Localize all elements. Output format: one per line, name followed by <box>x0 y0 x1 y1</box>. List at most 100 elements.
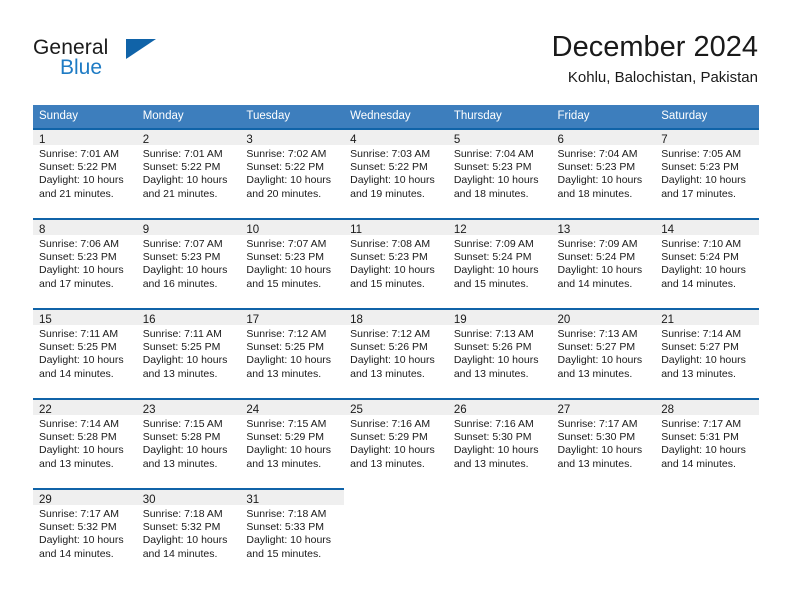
day-details: Sunrise: 7:16 AM Sunset: 5:29 PM Daylight:… <box>344 415 448 471</box>
calendar-empty-cell <box>552 488 656 572</box>
day-number-banner: 6 <box>551 128 656 146</box>
day-details: Sunrise: 7:14 AM Sunset: 5:28 PM Daylight:… <box>33 415 137 471</box>
calendar-day-cell[interactable]: 29 Sunrise: 7:17 AM Sunset: 5:32 PM Dayligh… <box>33 488 137 572</box>
calendar-day-cell[interactable]: 31 Sunrise: 7:18 AM Sunset: 5:33 PM Dayligh… <box>240 488 345 572</box>
day-cell-inner: 11 Sunrise: 7:08 AM Sunset: 5:23 PM Dayligh… <box>344 218 448 302</box>
daylight-text-line2: and 20 minutes. <box>246 187 322 200</box>
calendar-day-cell[interactable]: 16 Sunrise: 7:11 AM Sunset: 5:25 PM Dayligh… <box>136 308 241 392</box>
calendar-day-cell[interactable]: 19 Sunrise: 7:13 AM Sunset: 5:26 PM Dayligh… <box>447 308 552 392</box>
calendar-day-cell[interactable]: 22 Sunrise: 7:14 AM Sunset: 5:28 PM Dayligh… <box>33 398 137 482</box>
day-cell-inner: 27 Sunrise: 7:17 AM Sunset: 5:30 PM Dayligh… <box>551 398 656 482</box>
sunset-text: Sunset: 5:30 PM <box>557 431 636 444</box>
sunset-text: Sunset: 5:25 PM <box>142 341 221 354</box>
daylight-text-line1: Daylight: 10 hours <box>557 444 643 457</box>
sunset-text: Sunset: 5:25 PM <box>39 341 117 354</box>
daylight-text-line1: Daylight: 10 hours <box>142 444 228 457</box>
sunrise-text: Sunrise: 7:02 AM <box>246 148 327 160</box>
calendar-day-cell[interactable]: 20 Sunrise: 7:13 AM Sunset: 5:27 PM Dayligh… <box>551 308 656 392</box>
daylight-text-line2: and 13 minutes. <box>246 457 322 470</box>
daylight-text-line2: and 15 minutes. <box>453 277 529 290</box>
calendar-day-cell[interactable]: 13 Sunrise: 7:09 AM Sunset: 5:24 PM Dayligh… <box>551 218 656 302</box>
daylight-text-line2: and 13 minutes. <box>557 457 633 470</box>
day-details: Sunrise: 7:17 AM Sunset: 5:31 PM Daylight:… <box>655 415 759 471</box>
day-details: Sunrise: 7:15 AM Sunset: 5:29 PM Daylight:… <box>240 415 344 471</box>
sunset-text: Sunset: 5:28 PM <box>142 431 221 444</box>
sunset-text: Sunset: 5:31 PM <box>661 431 739 444</box>
day-cell-inner: 29 Sunrise: 7:17 AM Sunset: 5:32 PM Dayligh… <box>33 488 137 572</box>
calendar-day-cell[interactable]: 11 Sunrise: 7:08 AM Sunset: 5:23 PM Dayligh… <box>344 218 448 302</box>
calendar-day-cell[interactable]: 21 Sunrise: 7:14 AM Sunset: 5:27 PM Dayligh… <box>655 308 759 392</box>
sunrise-text: Sunrise: 7:04 AM <box>453 148 534 160</box>
day-number-banner: 16 <box>136 308 241 326</box>
sunrise-text: Sunrise: 7:17 AM <box>557 418 638 430</box>
sunrise-text: Sunrise: 7:14 AM <box>39 418 119 430</box>
calendar-day-cell[interactable]: 15 Sunrise: 7:11 AM Sunset: 5:25 PM Dayligh… <box>33 308 137 392</box>
calendar-day-cell[interactable]: 27 Sunrise: 7:17 AM Sunset: 5:30 PM Dayligh… <box>551 398 656 482</box>
calendar-empty-cell <box>448 488 552 572</box>
daylight-text-line2: and 13 minutes. <box>350 457 425 470</box>
daylight-text-line1: Daylight: 10 hours <box>39 174 124 187</box>
calendar-day-cell[interactable]: 23 Sunrise: 7:15 AM Sunset: 5:28 PM Dayligh… <box>136 398 241 482</box>
calendar-day-cell[interactable]: 9 Sunrise: 7:07 AM Sunset: 5:23 PM Daylight… <box>136 218 241 302</box>
calendar-day-cell[interactable]: 3 Sunrise: 7:02 AM Sunset: 5:22 PM Daylight… <box>240 128 345 212</box>
daylight-text-line1: Daylight: 10 hours <box>142 534 228 547</box>
daylight-text-line1: Daylight: 10 hours <box>661 444 746 457</box>
calendar-day-cell[interactable]: 30 Sunrise: 7:18 AM Sunset: 5:32 PM Dayligh… <box>136 488 241 572</box>
calendar-day-cell[interactable]: 12 Sunrise: 7:09 AM Sunset: 5:24 PM Dayligh… <box>447 218 552 302</box>
calendar-day-cell[interactable]: 10 Sunrise: 7:07 AM Sunset: 5:23 PM Dayligh… <box>240 218 345 302</box>
day-number: 12 <box>453 224 467 236</box>
sunset-text: Sunset: 5:22 PM <box>246 161 325 174</box>
calendar-day-cell[interactable]: 17 Sunrise: 7:12 AM Sunset: 5:25 PM Dayligh… <box>240 308 345 392</box>
sunrise-text: Sunrise: 7:07 AM <box>142 238 223 250</box>
calendar-day-cell[interactable]: 8 Sunrise: 7:06 AM Sunset: 5:23 PM Daylight… <box>33 218 137 302</box>
day-cell-inner: 2 Sunrise: 7:01 AM Sunset: 5:22 PM Daylight… <box>136 128 241 212</box>
day-number-banner: 31 <box>240 488 345 506</box>
day-details: Sunrise: 7:06 AM Sunset: 5:23 PM Daylight:… <box>33 235 137 291</box>
sunrise-text: Sunrise: 7:09 AM <box>453 238 534 250</box>
daylight-text-line2: and 13 minutes. <box>453 457 529 470</box>
calendar-day-cell[interactable]: 6 Sunrise: 7:04 AM Sunset: 5:23 PM Daylight… <box>551 128 656 212</box>
day-number-banner: 5 <box>447 128 552 146</box>
calendar-day-cell[interactable]: 5 Sunrise: 7:04 AM Sunset: 5:23 PM Daylight… <box>447 128 552 212</box>
calendar-day-cell[interactable]: 2 Sunrise: 7:01 AM Sunset: 5:22 PM Daylight… <box>136 128 241 212</box>
calendar-day-cell[interactable]: 25 Sunrise: 7:16 AM Sunset: 5:29 PM Dayligh… <box>344 398 448 482</box>
calendar-body: 1 Sunrise: 7:01 AM Sunset: 5:22 PM Daylight… <box>33 128 759 572</box>
sunrise-text: Sunrise: 7:17 AM <box>661 418 742 430</box>
weekday-header-tuesday: Tuesday <box>240 105 345 128</box>
day-number-banner: 15 <box>33 308 137 326</box>
calendar-day-cell[interactable]: 14 Sunrise: 7:10 AM Sunset: 5:24 PM Dayligh… <box>655 218 759 302</box>
day-cell-inner: 21 Sunrise: 7:14 AM Sunset: 5:27 PM Dayligh… <box>655 308 759 392</box>
day-cell-inner: 8 Sunrise: 7:06 AM Sunset: 5:23 PM Daylight… <box>33 218 137 302</box>
day-cell-inner: 19 Sunrise: 7:13 AM Sunset: 5:26 PM Dayligh… <box>447 308 552 392</box>
day-number-banner: 9 <box>136 218 241 236</box>
calendar-week-row: 8 Sunrise: 7:06 AM Sunset: 5:23 PM Daylight… <box>33 218 759 302</box>
calendar-day-cell[interactable]: 1 Sunrise: 7:01 AM Sunset: 5:22 PM Daylight… <box>33 128 137 212</box>
daylight-text-line1: Daylight: 10 hours <box>246 444 332 457</box>
calendar-day-cell[interactable]: 18 Sunrise: 7:12 AM Sunset: 5:26 PM Dayligh… <box>344 308 448 392</box>
weekday-header-thursday: Thursday <box>447 105 552 128</box>
day-number-banner: 29 <box>33 488 137 506</box>
general-blue-logo[interactable]: General Blue <box>33 36 213 88</box>
day-details: Sunrise: 7:11 AM Sunset: 5:25 PM Daylight:… <box>137 325 241 381</box>
weekday-header-sunday: Sunday <box>33 105 137 128</box>
sunrise-text: Sunrise: 7:04 AM <box>557 148 638 160</box>
calendar-day-cell[interactable]: 24 Sunrise: 7:15 AM Sunset: 5:29 PM Dayligh… <box>240 398 345 482</box>
day-number-banner: 8 <box>33 218 137 236</box>
sunset-text: Sunset: 5:32 PM <box>142 521 221 534</box>
sunrise-text: Sunrise: 7:15 AM <box>142 418 223 430</box>
calendar-day-cell[interactable]: 26 Sunrise: 7:16 AM Sunset: 5:30 PM Dayligh… <box>447 398 552 482</box>
sunset-text: Sunset: 5:23 PM <box>246 251 325 264</box>
calendar-day-cell[interactable]: 28 Sunrise: 7:17 AM Sunset: 5:31 PM Dayligh… <box>655 398 759 482</box>
calendar-day-cell[interactable]: 4 Sunrise: 7:03 AM Sunset: 5:22 PM Daylight… <box>344 128 448 212</box>
page-title: December 2024 <box>551 31 758 63</box>
daylight-text-line1: Daylight: 10 hours <box>661 174 746 187</box>
day-number: 23 <box>142 404 156 416</box>
sunset-text: Sunset: 5:28 PM <box>39 431 117 444</box>
day-number-banner: 18 <box>344 308 448 326</box>
day-number: 1 <box>39 134 46 146</box>
calendar-day-cell[interactable]: 7 Sunrise: 7:05 AM Sunset: 5:23 PM Daylight… <box>655 128 759 212</box>
daylight-text-line2: and 14 minutes. <box>39 547 114 560</box>
day-cell-inner: 22 Sunrise: 7:14 AM Sunset: 5:28 PM Dayligh… <box>33 398 137 482</box>
sunrise-text: Sunrise: 7:14 AM <box>661 328 742 340</box>
day-number-banner <box>448 488 552 505</box>
